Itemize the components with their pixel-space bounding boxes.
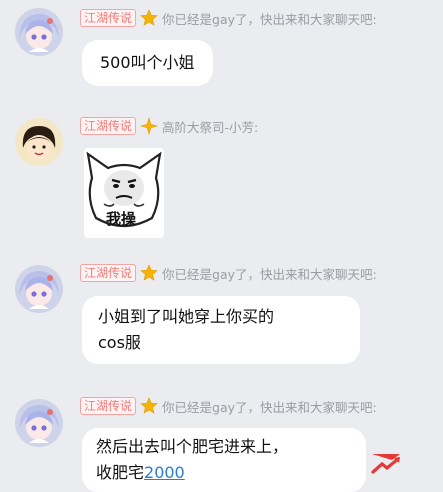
message-bubble: 小姐到了叫她穿上你买的 cos服 bbox=[82, 296, 360, 364]
anime-girl-avatar[interactable] bbox=[15, 399, 63, 447]
message-text-line: 收肥宅2000 bbox=[96, 460, 352, 486]
sender-name[interactable]: 你已经是gay了，快出来和大家聊天吧: bbox=[162, 264, 377, 283]
rank-badge: 江湖传说 bbox=[80, 117, 137, 135]
message-text: 小姐到了叫她穿上你买的 bbox=[98, 307, 275, 326]
star-icon bbox=[140, 9, 158, 26]
anime-girl-avatar[interactable] bbox=[15, 8, 63, 56]
diamond-icon bbox=[140, 117, 159, 135]
sticker-caption: 我操 bbox=[106, 210, 137, 228]
message-bubble: 500叫个小姐 bbox=[82, 40, 213, 86]
sender-name[interactable]: 你已经是gay了，快出来和大家聊天吧: bbox=[162, 397, 377, 416]
rank-badge: 江湖传说 bbox=[80, 264, 137, 282]
amount-link[interactable]: 2000 bbox=[144, 463, 185, 482]
cartoon-girl-avatar[interactable] bbox=[15, 118, 63, 166]
message-text: cos服 bbox=[98, 333, 141, 352]
message-text: 500叫个小姐 bbox=[100, 53, 195, 72]
sender-name[interactable]: 你已经是gay了，快出来和大家聊天吧: bbox=[162, 9, 377, 28]
anime-girl-avatar[interactable] bbox=[15, 265, 63, 313]
message-bubble: 然后出去叫个肥宅进来上， 收肥宅2000 bbox=[82, 428, 366, 492]
message-text: 收肥宅 bbox=[96, 463, 145, 482]
star-icon bbox=[140, 397, 158, 414]
meme-sticker[interactable]: 我操 bbox=[84, 148, 164, 238]
rank-badge: 江湖传说 bbox=[80, 9, 137, 27]
trending-arrow-icon[interactable] bbox=[370, 450, 404, 476]
star-icon bbox=[140, 264, 158, 281]
rank-badge: 江湖传说 bbox=[80, 397, 137, 415]
message-text: 然后出去叫个肥宅进来上， bbox=[96, 437, 289, 456]
sender-name[interactable]: 高阶大祭司-小芳: bbox=[162, 117, 258, 136]
